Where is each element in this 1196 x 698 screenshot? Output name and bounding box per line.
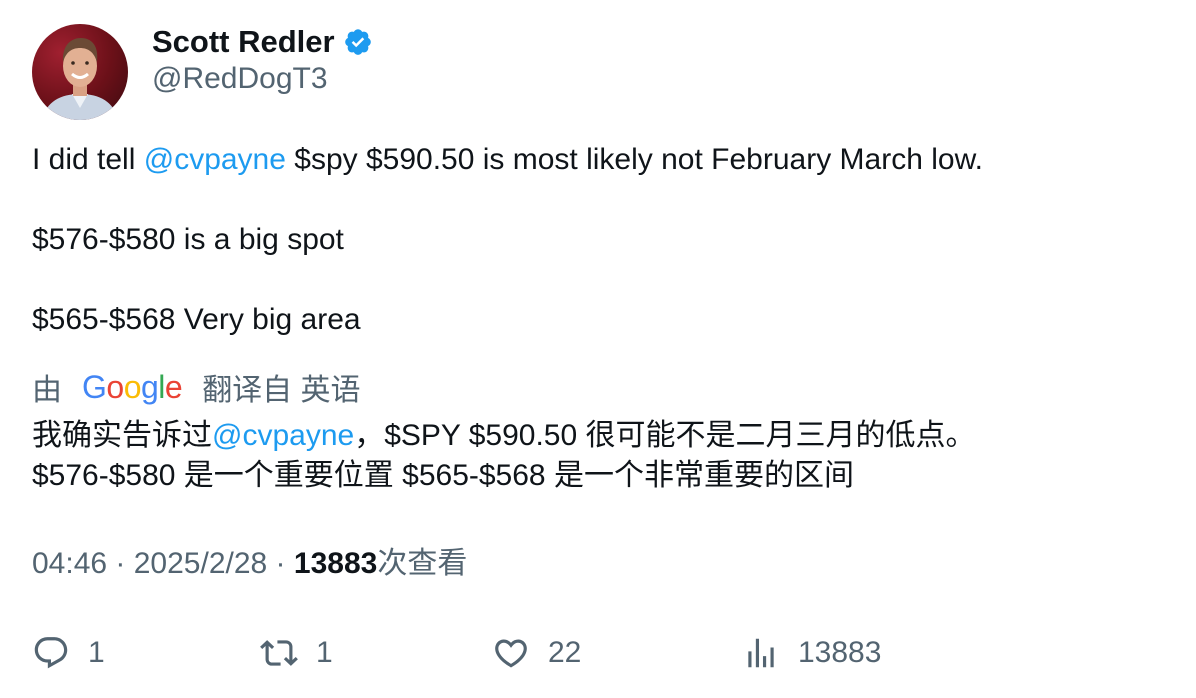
tweet-line-3: $565-$568 Very big area: [32, 303, 361, 336]
tweet-time[interactable]: 04:46: [32, 547, 107, 580]
avatar-image: [42, 38, 118, 120]
verified-badge-icon: [343, 27, 373, 57]
tweet-line-1-prefix: I did tell: [32, 143, 144, 176]
meta-separator: ·: [107, 547, 134, 580]
reply-icon: [34, 637, 68, 669]
reply-button[interactable]: 1: [32, 628, 105, 678]
meta-separator-2: ·: [267, 547, 294, 580]
mention-link[interactable]: @cvpayne: [144, 143, 286, 176]
translation-line-1-prefix: 我确实告诉过: [32, 419, 212, 452]
translation-line-1-suffix: ，$SPY $590.50 很可能不是二月三月的低点。: [354, 419, 976, 452]
google-logo: Google: [82, 368, 183, 405]
author-handle[interactable]: @RedDogT3: [152, 62, 328, 96]
views-label: 次查看: [377, 547, 468, 580]
retweet-count: 1: [316, 636, 333, 669]
translation-line-2: $576-$580 是一个重要位置 $565-$568 是一个非常重要的区间: [32, 459, 854, 492]
translation-mention-link[interactable]: @cvpayne: [212, 419, 354, 452]
action-bar: 1 1 22 13883: [0, 628, 1196, 678]
analytics-bar-icon: [748, 638, 774, 668]
views-action-count: 13883: [798, 636, 882, 669]
tweet-line-1: I did tell @cvpayne $spy $590.50 is most…: [32, 140, 1162, 180]
heart-icon: [495, 639, 527, 668]
views-button[interactable]: 13883: [742, 628, 881, 678]
translation-line-1: 我确实告诉过@cvpayne，$SPY $590.50 很可能不是二月三月的低点…: [32, 416, 1172, 456]
author-name-row: Scott Redler: [152, 22, 373, 62]
like-button[interactable]: 22: [492, 628, 581, 678]
retweet-button[interactable]: 1: [260, 628, 333, 678]
translation-attribution: 由 Google 翻译自 英语: [32, 366, 361, 408]
tweet-meta: 04:46 · 2025/2/28 · 13883次查看: [32, 544, 467, 584]
tweet-line-2: $576-$580 is a big spot: [32, 223, 344, 256]
tweet-card: Scott Redler @RedDogT3 I did tell @cvpay…: [0, 0, 1196, 698]
tweet-date[interactable]: 2025/2/28: [134, 547, 267, 580]
like-count: 22: [548, 636, 582, 669]
avatar[interactable]: [32, 24, 128, 120]
retweet-icon: [260, 640, 298, 666]
translated-by-label: 由: [32, 374, 62, 407]
tweet-line-1-suffix: $spy $590.50 is most likely not February…: [285, 143, 983, 176]
translated-text: 我确实告诉过@cvpayne，$SPY $590.50 很可能不是二月三月的低点…: [32, 416, 1172, 496]
views-count: 13883: [293, 547, 378, 580]
reply-count: 1: [88, 636, 105, 669]
translated-from-label[interactable]: 翻译自 英语: [202, 365, 360, 409]
tweet-text: I did tell @cvpayne $spy $590.50 is most…: [32, 140, 1162, 340]
author-display-name[interactable]: Scott Redler: [152, 24, 335, 60]
